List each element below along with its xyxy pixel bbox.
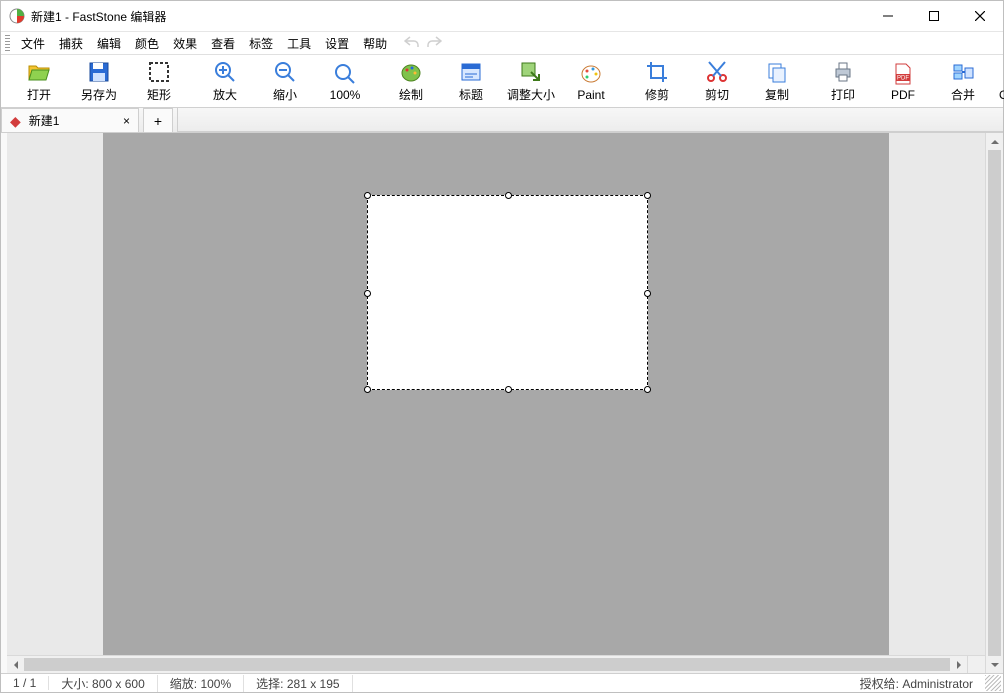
menu-color[interactable]: 颜色 — [128, 33, 166, 54]
selection-rect[interactable] — [367, 195, 648, 390]
mspaint-icon — [579, 62, 603, 86]
status-selection: 选择: 281 x 195 — [244, 675, 352, 692]
vertical-scrollbar[interactable] — [985, 133, 1003, 673]
crop-button[interactable]: 修剪 — [627, 57, 687, 105]
selection-handle-se[interactable] — [644, 386, 651, 393]
vscroll-thumb[interactable] — [988, 150, 1001, 656]
menu-view[interactable]: 查看 — [204, 33, 242, 54]
zoom-100-button[interactable]: 100% — [315, 57, 375, 105]
folder-open-icon — [27, 60, 51, 84]
close-window-button[interactable] — [957, 1, 1003, 31]
menu-edit[interactable]: 编辑 — [90, 33, 128, 54]
titlebar: 新建1 - FastStone 编辑器 — [1, 1, 1003, 31]
selection-handle-ne[interactable] — [644, 192, 651, 199]
selection-handle-sw[interactable] — [364, 386, 371, 393]
window-title: 新建1 - FastStone 编辑器 — [31, 8, 166, 25]
workarea — [1, 133, 1003, 673]
onenote-button[interactable]: N OneNote — [993, 57, 1004, 105]
minimize-button[interactable] — [865, 1, 911, 31]
scroll-right-button[interactable] — [950, 656, 967, 673]
tab-active[interactable]: ◆ 新建1 × — [1, 108, 139, 132]
menubar-handle[interactable] — [5, 35, 10, 51]
rectangle-select-button[interactable]: 矩形 — [129, 57, 189, 105]
paint-button[interactable]: Paint — [561, 57, 621, 105]
status-bar: 1 / 1 大小: 800 x 600 缩放: 100% 选择: 281 x 1… — [1, 673, 1003, 692]
menu-settings[interactable]: 设置 — [318, 33, 356, 54]
status-zoom: 缩放: 100% — [158, 675, 244, 692]
copy-icon — [765, 60, 789, 84]
zoom-icon — [333, 62, 357, 86]
maximize-button[interactable] — [911, 1, 957, 31]
copy-button[interactable]: 复制 — [747, 57, 807, 105]
tab-add-button[interactable]: + — [143, 108, 173, 132]
status-license: 授权给: Administrator — [848, 675, 985, 692]
merge-button[interactable]: 合并 — [933, 57, 993, 105]
horizontal-scrollbar[interactable] — [7, 655, 985, 673]
title-button[interactable]: 标题 — [441, 57, 501, 105]
floppy-icon — [87, 60, 111, 84]
crop-icon — [645, 60, 669, 84]
status-page: 1 / 1 — [1, 676, 49, 690]
selection-handle-e[interactable] — [644, 290, 651, 297]
resize-button[interactable]: 调整大小 — [501, 57, 561, 105]
draw-button[interactable]: 绘制 — [381, 57, 441, 105]
saveas-button[interactable]: 另存为 — [69, 57, 129, 105]
menu-help[interactable]: 帮助 — [356, 33, 394, 54]
scroll-up-button[interactable] — [986, 133, 1003, 150]
scroll-down-button[interactable] — [986, 656, 1003, 673]
scissors-icon — [705, 60, 729, 84]
svg-text:PDF: PDF — [897, 75, 909, 81]
merge-icon — [951, 60, 975, 84]
title-icon — [459, 60, 483, 84]
status-size: 大小: 800 x 600 — [49, 675, 157, 692]
menubar: 文件 捕获 编辑 颜色 效果 查看 标签 工具 设置 帮助 — [1, 31, 1003, 54]
resize-grip[interactable] — [985, 675, 1001, 691]
selection-handle-w[interactable] — [364, 290, 371, 297]
zoom-in-icon — [213, 60, 237, 84]
scroll-left-button[interactable] — [7, 656, 24, 673]
hscroll-thumb[interactable] — [24, 658, 950, 671]
menu-tags[interactable]: 标签 — [242, 33, 280, 54]
toolbar: 打开 另存为 矩形 放大 缩小 100% 绘制 标题 — [1, 54, 1003, 108]
canvas-area[interactable] — [7, 133, 985, 655]
zoom-out-icon — [273, 60, 297, 84]
menu-capture[interactable]: 捕获 — [52, 33, 90, 54]
tab-label: 新建1 — [29, 112, 60, 129]
canvas-viewport[interactable] — [103, 133, 889, 655]
menu-effects[interactable]: 效果 — [166, 33, 204, 54]
zoom-out-button[interactable]: 缩小 — [255, 57, 315, 105]
redo-button[interactable] — [426, 35, 442, 52]
menu-file[interactable]: 文件 — [14, 33, 52, 54]
menu-tools[interactable]: 工具 — [280, 33, 318, 54]
tabs-bar: ◆ 新建1 × + — [1, 108, 1003, 133]
selection-handle-n[interactable] — [505, 192, 512, 199]
cut-button[interactable]: 剪切 — [687, 57, 747, 105]
resize-icon — [519, 60, 543, 84]
undo-button[interactable] — [404, 35, 420, 52]
pdf-button[interactable]: PDF PDF — [873, 57, 933, 105]
selection-handle-nw[interactable] — [364, 192, 371, 199]
zoom-in-button[interactable]: 放大 — [195, 57, 255, 105]
app-icon — [9, 8, 25, 24]
open-button[interactable]: 打开 — [9, 57, 69, 105]
pdf-icon: PDF — [891, 62, 915, 86]
print-button[interactable]: 打印 — [813, 57, 873, 105]
printer-icon — [831, 60, 855, 84]
marquee-icon — [147, 60, 171, 84]
paint-palette-icon — [399, 60, 423, 84]
dirty-indicator-icon: ◆ — [10, 114, 21, 128]
selection-handle-s[interactable] — [505, 386, 512, 393]
tab-close-button[interactable]: × — [123, 114, 130, 128]
